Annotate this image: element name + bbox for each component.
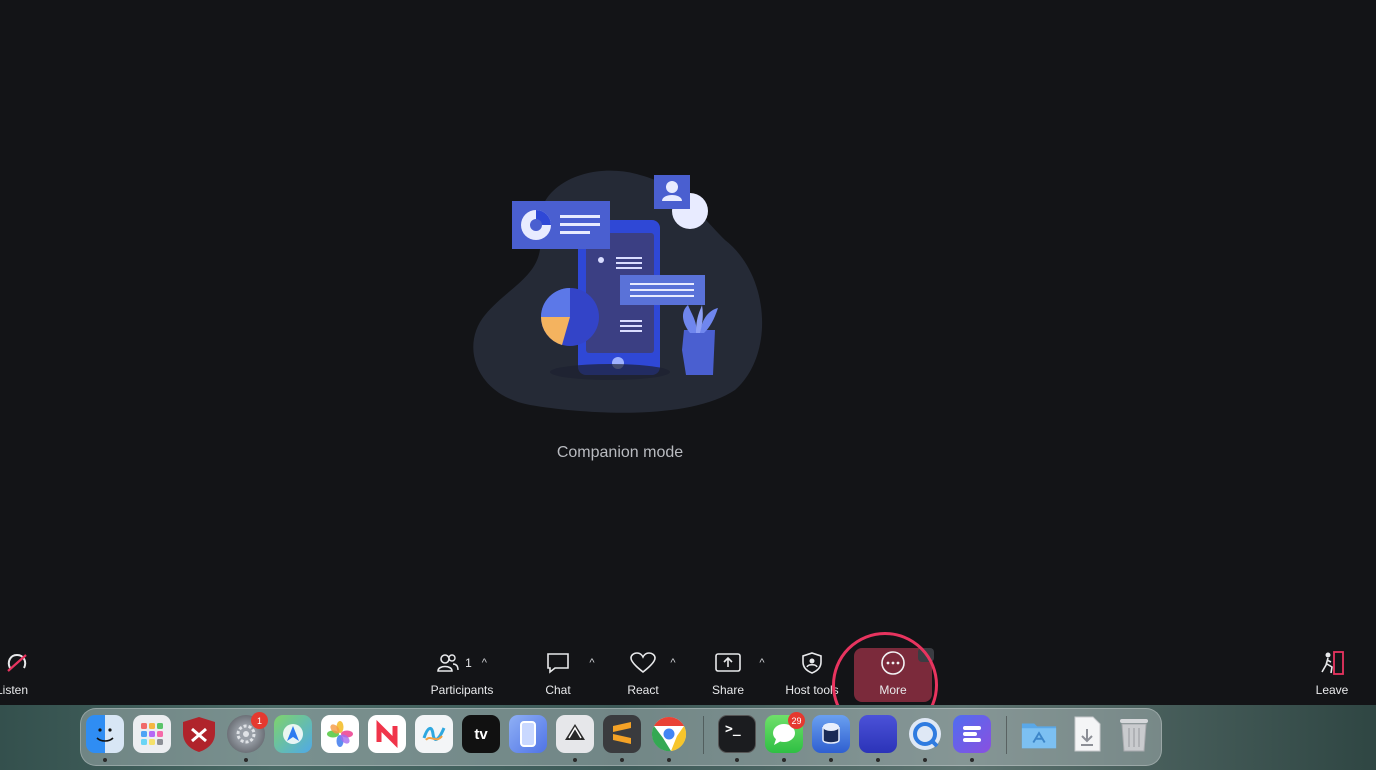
react-button[interactable]: React [624, 646, 662, 702]
maps-icon[interactable] [274, 715, 312, 753]
database-icon[interactable] [812, 715, 850, 753]
share-button[interactable]: Share [708, 646, 748, 702]
participants-count: 1 [465, 656, 472, 670]
sublime-running-dot [620, 758, 624, 762]
terminal-icon-text: >_ [725, 722, 741, 737]
terminal-running-dot [735, 758, 739, 762]
chat-caret: ^ [589, 657, 595, 669]
trash-icon[interactable] [1115, 715, 1153, 753]
tv-icon[interactable]: tv [462, 715, 500, 753]
leave-door-icon [1321, 651, 1344, 675]
chat-chevron-up-icon[interactable]: ^ [584, 646, 596, 702]
react-label: React [627, 683, 659, 697]
news-icon[interactable] [368, 715, 406, 753]
quicktime-icon[interactable] [906, 715, 944, 753]
react-caret: ^ [670, 657, 676, 669]
participants-chevron-up-icon[interactable]: ^ [482, 657, 487, 669]
database-running-dot [829, 758, 833, 762]
chat-bubble-icon [547, 653, 569, 674]
heart-icon [630, 652, 656, 674]
launchpad-icon[interactable] [133, 715, 171, 753]
messages-badge: 29 [788, 712, 805, 729]
sublime-icon[interactable] [603, 715, 641, 753]
muted-headphones-icon [7, 653, 27, 672]
terminal-icon[interactable]: >_ [718, 715, 756, 753]
folder-icon[interactable] [1020, 715, 1058, 753]
inkscape-running-dot [573, 758, 577, 762]
share-label: Share [711, 683, 745, 697]
settings-running-dot [244, 758, 248, 762]
settings-badge: 1 [251, 712, 268, 729]
shield-icon [802, 652, 822, 674]
tv-icon-text: tv [474, 725, 488, 743]
listen-button[interactable]: Listen [0, 646, 34, 702]
finder-running-dot [103, 758, 107, 762]
phone-icon[interactable] [509, 715, 547, 753]
dock-separator-1 [703, 716, 704, 754]
chat-button[interactable]: Chat [540, 646, 576, 702]
inkscape-icon[interactable] [556, 715, 594, 753]
react-chevron-up-icon[interactable]: ^ [665, 646, 677, 702]
leave-label: Leave [1315, 683, 1349, 697]
stack-running-dot [970, 758, 974, 762]
messages-running-dot [782, 758, 786, 762]
dock-separator-2 [1006, 716, 1007, 754]
share-caret: ^ [759, 657, 765, 669]
participants-label: Participants [430, 683, 494, 697]
host-tools-label: Host tools [785, 683, 839, 697]
participants-icon [437, 654, 459, 672]
download-file-icon[interactable] [1068, 715, 1106, 753]
meeting-stage: Companion mode [0, 0, 1376, 705]
companion-mode-caption: Companion mode [556, 444, 684, 461]
chrome-icon[interactable] [650, 715, 688, 753]
listen-label: Listen [0, 683, 29, 697]
photos-icon[interactable] [321, 715, 359, 753]
companion-mode-illustration [473, 170, 763, 413]
freeform-icon[interactable] [415, 715, 453, 753]
zoom-icon[interactable] [859, 715, 897, 753]
shield-app-icon[interactable] [180, 715, 218, 753]
chrome-running-dot [667, 758, 671, 762]
quicktime-running-dot [923, 758, 927, 762]
meeting-toolbar: Listen 1 ^ Participants Chat ^ [0, 632, 1376, 738]
finder-icon[interactable] [86, 715, 124, 753]
zoom-running-dot [876, 758, 880, 762]
stack-icon[interactable] [953, 715, 991, 753]
share-screen-icon [715, 653, 741, 672]
leave-button[interactable]: Leave [1312, 646, 1352, 702]
chat-label: Chat [545, 683, 571, 697]
share-chevron-up-icon[interactable]: ^ [754, 646, 766, 702]
participants-button[interactable]: 1 ^ Participants [428, 646, 496, 702]
